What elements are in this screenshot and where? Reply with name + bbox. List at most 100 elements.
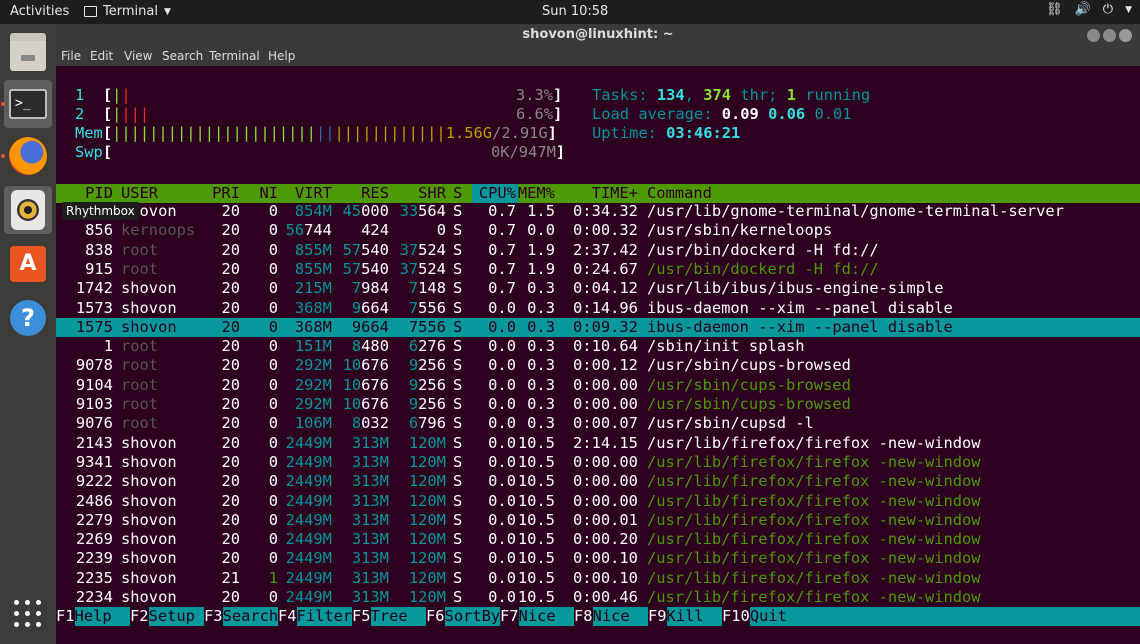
cell-ni: 0 xyxy=(268,395,278,413)
help-icon: ? xyxy=(10,300,46,336)
minimize-button[interactable] xyxy=(1087,29,1100,42)
dock-item-firefox[interactable] xyxy=(4,132,52,180)
app-menu[interactable]: Terminal ▼ xyxy=(84,4,171,19)
cell-pri: 21 xyxy=(221,568,240,587)
fkey-label-search[interactable]: Search xyxy=(222,607,278,626)
cell-pri: 20 xyxy=(221,202,240,220)
cell-virt: 56744 xyxy=(285,221,332,240)
cpu1-value: 3.3%] xyxy=(516,86,563,104)
cell-mem: 0.3 xyxy=(527,375,555,394)
system-tray[interactable]: ⛓ 🔊 ⏻ ▼ xyxy=(1046,2,1132,17)
caret-down-icon[interactable]: ▼ xyxy=(1125,5,1132,15)
power-icon[interactable]: ⏻ xyxy=(1103,2,1113,17)
table-row[interactable]: 9076 root 20 0 106M 8032 6796 S 0.0 0.3 0:00.07/us… xyxy=(56,414,1140,433)
table-row[interactable]: 9104 root 20 0 292M 10676 9256 S 0.0 0.3 0:00.00/u… xyxy=(56,376,1140,395)
column-header-cmd[interactable]: Command xyxy=(647,184,712,203)
fkey-f10[interactable]: F10 xyxy=(722,607,750,626)
dock-item-terminal[interactable]: >_ xyxy=(4,80,52,128)
fkey-label-tree[interactable]: Tree xyxy=(370,607,426,626)
fkey-f7[interactable]: F7 xyxy=(500,607,519,626)
table-row[interactable]: 915 root 20 0 855M 57540 37524 S 0.7 1.9 0:24.67/u… xyxy=(56,260,1140,279)
dock-item-files[interactable] xyxy=(4,28,52,76)
cell-shr: 120M xyxy=(408,549,446,568)
column-header-s[interactable]: S xyxy=(453,184,462,203)
column-header-cpu[interactable]: CPU% xyxy=(479,184,516,203)
dock-item-software[interactable]: A xyxy=(4,240,52,288)
close-button[interactable] xyxy=(1119,29,1132,42)
cell-shr: 120M xyxy=(408,568,446,587)
menu-edit[interactable]: Edit xyxy=(90,49,113,63)
menu-help[interactable]: Help xyxy=(268,49,295,63)
column-header-ni[interactable]: NI xyxy=(259,184,278,203)
terminal-area[interactable]: 1 [|| 3.3%] 2 [|||| 6.6%] Mem[||||||||||… xyxy=(56,66,1140,644)
menu-terminal[interactable]: Terminal xyxy=(209,49,260,63)
table-row[interactable]: 2239 shovon 20 0 2449M 313M 120M S 0.0 10.5 0:00.1… xyxy=(56,549,1140,568)
fkey-label-filter[interactable]: Filter xyxy=(296,607,352,626)
cell-res: 8480 xyxy=(351,337,389,356)
table-row[interactable]: 9222 shovon 20 0 2449M 313M 120M S 0.0 10.5 0:00.0… xyxy=(56,472,1140,491)
fkey-label-quit[interactable]: Quit xyxy=(749,607,1140,626)
fkey-f1[interactable]: F1 xyxy=(56,607,75,626)
column-header-pid[interactable]: PID xyxy=(85,184,113,203)
fkey-label-nice[interactable]: Nice + xyxy=(592,607,648,644)
show-applications-button[interactable] xyxy=(4,590,52,638)
fkey-f6[interactable]: F6 xyxy=(426,607,445,626)
menu-file[interactable]: File xyxy=(61,49,81,63)
fkey-label-kill[interactable]: Kill xyxy=(666,607,722,626)
table-row[interactable]: 9078 root 20 0 292M 10676 9256 S 0.0 0.3 0:00.12/u… xyxy=(56,356,1140,375)
clock[interactable]: Sun 10:58 xyxy=(542,4,608,19)
cell-time: 0:00.20 xyxy=(573,530,638,549)
cell-s: S xyxy=(453,472,463,491)
menu-search[interactable]: Search xyxy=(162,49,203,63)
fkey-f3[interactable]: F3 xyxy=(204,607,223,626)
table-row[interactable]: 2143 shovon 20 0 2449M 313M 120M S 0.0 10.5 2:14.1… xyxy=(56,434,1140,453)
table-row[interactable]: 856 kernoops 20 0 56744 424 0 S 0.7 0.0 0:00.32/us… xyxy=(56,221,1140,240)
activities-button[interactable]: Activities xyxy=(10,4,69,19)
dock-item-rhythmbox[interactable] xyxy=(4,186,52,234)
table-row[interactable]: 1742 shovon 20 0 215M 7984 7148 S 0.7 0.3 0:04.12 /… xyxy=(56,279,1140,298)
dock-tooltip: Rhythmbox xyxy=(62,202,139,220)
cell-time: 2:37.42 xyxy=(573,240,638,259)
table-row[interactable]: 2269 shovon 20 0 2449M 313M 120M S 0.0 10.5 0:00.2… xyxy=(56,530,1140,549)
column-header-shr[interactable]: SHR xyxy=(418,184,446,203)
table-row[interactable]: 2279 shovon 20 0 2449M 313M 120M S 0.0 10.5 0:00.0… xyxy=(56,511,1140,530)
fkey-f4[interactable]: F4 xyxy=(278,607,297,626)
fkey-label-sortby[interactable]: SortBy xyxy=(444,607,500,626)
volume-icon[interactable]: 🔊 xyxy=(1075,2,1091,17)
table-row[interactable]: 2235 shovon 21 1 2449M 313M 120M S 0.0 10.5 0:00.1… xyxy=(56,569,1140,588)
fkey-f8[interactable]: F8 xyxy=(574,607,593,626)
table-row[interactable]: 838 root 20 0 855M 57540 37524 S 0.7 1.9 2:37.42/u… xyxy=(56,241,1140,260)
cell-time: 0:34.32 xyxy=(573,202,638,220)
table-row[interactable]: 9103 root 20 0 292M 10676 9256 S 0.0 0.3 0:00.00/u… xyxy=(56,395,1140,414)
column-header-user[interactable]: USER xyxy=(121,184,158,203)
fkey-label-help[interactable]: Help xyxy=(74,607,130,626)
table-row[interactable]: 2234 shovon 20 0 2449M 313M 120M S 0.0 10.5 0:00.4… xyxy=(56,588,1140,607)
cell-cpu: 0.0 xyxy=(488,433,516,452)
table-row[interactable]: 9341 shovon 20 0 2449M 313M 120M S 0.0 10.5 0:00.0… xyxy=(56,453,1140,472)
fkey-label-setup[interactable]: Setup xyxy=(148,607,204,626)
cell-res: 313M xyxy=(351,433,389,452)
table-row[interactable]: 1 root 20 0 151M 8480 6276 S 0.0 0.3 0:10.64/sbin/… xyxy=(56,337,1140,356)
column-header-virt[interactable]: VIRT xyxy=(295,184,332,203)
cell-virt: 368M xyxy=(294,298,332,317)
maximize-button[interactable] xyxy=(1103,29,1116,42)
column-header-pri[interactable]: PRI xyxy=(212,184,240,203)
cpu2-value: 6.6%] xyxy=(516,105,563,123)
column-header-mem[interactable]: MEM% xyxy=(518,184,555,203)
network-icon[interactable]: ⛓ xyxy=(1046,2,1063,17)
dock-item-help[interactable]: ? xyxy=(4,294,52,342)
table-row[interactable]: 1640shovon200854M4500033564S0.71.50:34.3… xyxy=(56,202,1140,221)
table-row[interactable]: 2486 shovon 20 0 2449M 313M 120M S 0.0 10.5 0:00.0… xyxy=(56,492,1140,511)
fkey-f9[interactable]: F9 xyxy=(648,607,667,626)
column-header-res[interactable]: RES xyxy=(361,184,389,203)
table-row[interactable]: 1575 shovon 20 0 368M 9664 7556 S 0.0 0.3 0:09.32 i… xyxy=(56,318,1140,337)
menu-view[interactable]: View xyxy=(124,49,152,63)
fkey-label-nice[interactable]: Nice - xyxy=(518,607,574,644)
running-indicator xyxy=(1,154,5,158)
cell-time: 0:00.00 xyxy=(573,491,638,510)
table-row[interactable]: 1573 shovon 20 0 368M 9664 7556 S 0.0 0.3 0:14.96 i… xyxy=(56,299,1140,318)
cell-mem: 10.5 xyxy=(517,549,555,568)
column-header-time[interactable]: TIME+ xyxy=(592,184,638,203)
fkey-f5[interactable]: F5 xyxy=(352,607,371,626)
fkey-f2[interactable]: F2 xyxy=(130,607,149,626)
